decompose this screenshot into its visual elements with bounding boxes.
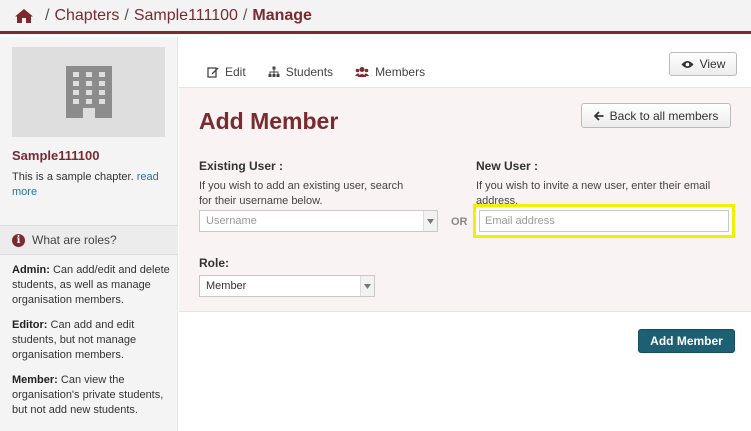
add-member-button[interactable]: Add Member <box>638 329 735 353</box>
email-input[interactable] <box>479 210 729 232</box>
back-button-label: Back to all members <box>609 108 719 123</box>
breadcrumb-current: Manage <box>252 6 312 24</box>
tab-students-label: Students <box>285 65 334 79</box>
new-user-label: New User : <box>476 159 539 173</box>
role-description-admin: Admin: Can add/edit and delete students,… <box>12 263 172 308</box>
chevron-down-icon <box>423 211 437 231</box>
organisation-description-text: This is a sample chapter. <box>12 171 134 183</box>
tab-bar: Edit Students Members <box>207 65 425 79</box>
role-name: Member: <box>12 374 58 386</box>
email-highlight <box>473 204 735 238</box>
edit-icon <box>207 67 219 78</box>
users-icon <box>355 67 370 77</box>
top-bar: / Chapters / Sample111100 / Manage <box>0 0 751 34</box>
breadcrumb: / Chapters / Sample111100 / Manage <box>14 7 312 25</box>
role-description-member: Member: Can view the organisation's priv… <box>12 373 172 418</box>
eye-icon <box>681 60 694 68</box>
view-button[interactable]: View <box>669 52 737 76</box>
roles-heading-text: What are roles? <box>32 233 117 247</box>
info-icon: i <box>12 233 25 247</box>
sitemap-icon <box>268 66 280 77</box>
chevron-down-icon <box>360 276 374 296</box>
role-description-editor: Editor: Can add and edit students, but n… <box>12 318 172 363</box>
existing-user-help: If you wish to add an existing user, sea… <box>199 180 404 207</box>
breadcrumb-separator: / <box>124 6 129 24</box>
organisation-description: This is a sample chapter. read more <box>12 170 172 200</box>
role-select[interactable]: Member <box>199 275 375 297</box>
role-label: Role: <box>199 256 229 270</box>
arrow-left-icon <box>593 110 604 121</box>
add-member-panel: Add Member Back to all members Existing … <box>179 87 751 312</box>
breadcrumb-separator: / <box>45 6 50 24</box>
tab-students[interactable]: Students <box>268 65 333 79</box>
existing-user-label: Existing User : <box>199 159 284 173</box>
roles-description: Admin: Can add/edit and delete students,… <box>12 263 172 428</box>
tab-members-label: Members <box>375 65 426 79</box>
back-to-members-button[interactable]: Back to all members <box>581 103 731 128</box>
or-separator: OR <box>451 216 468 228</box>
organisation-image <box>12 47 165 137</box>
view-button-label: View <box>699 57 726 71</box>
role-select-value: Member <box>206 280 247 292</box>
page-title: Add Member <box>199 108 339 134</box>
roles-heading: i What are roles? <box>0 225 178 255</box>
sidebar: Sample111100 This is a sample chapter. r… <box>0 37 178 431</box>
tab-members[interactable]: Members <box>355 65 425 79</box>
role-name: Editor: <box>12 319 48 331</box>
home-icon[interactable] <box>14 8 34 24</box>
tab-edit-label: Edit <box>225 65 246 79</box>
organisation-name: Sample111100 <box>12 148 100 163</box>
role-name: Admin: <box>12 264 50 276</box>
main-content: Edit Students Members View Add Member Ba… <box>179 37 751 431</box>
breadcrumb-chapters-link[interactable]: Chapters <box>54 7 119 25</box>
building-icon <box>65 66 112 118</box>
breadcrumb-chapter-link[interactable]: Sample111100 <box>134 7 238 25</box>
tab-edit[interactable]: Edit <box>207 65 246 79</box>
breadcrumb-separator: / <box>242 6 248 24</box>
username-select[interactable]: Username <box>199 210 438 232</box>
username-placeholder: Username <box>206 215 257 227</box>
